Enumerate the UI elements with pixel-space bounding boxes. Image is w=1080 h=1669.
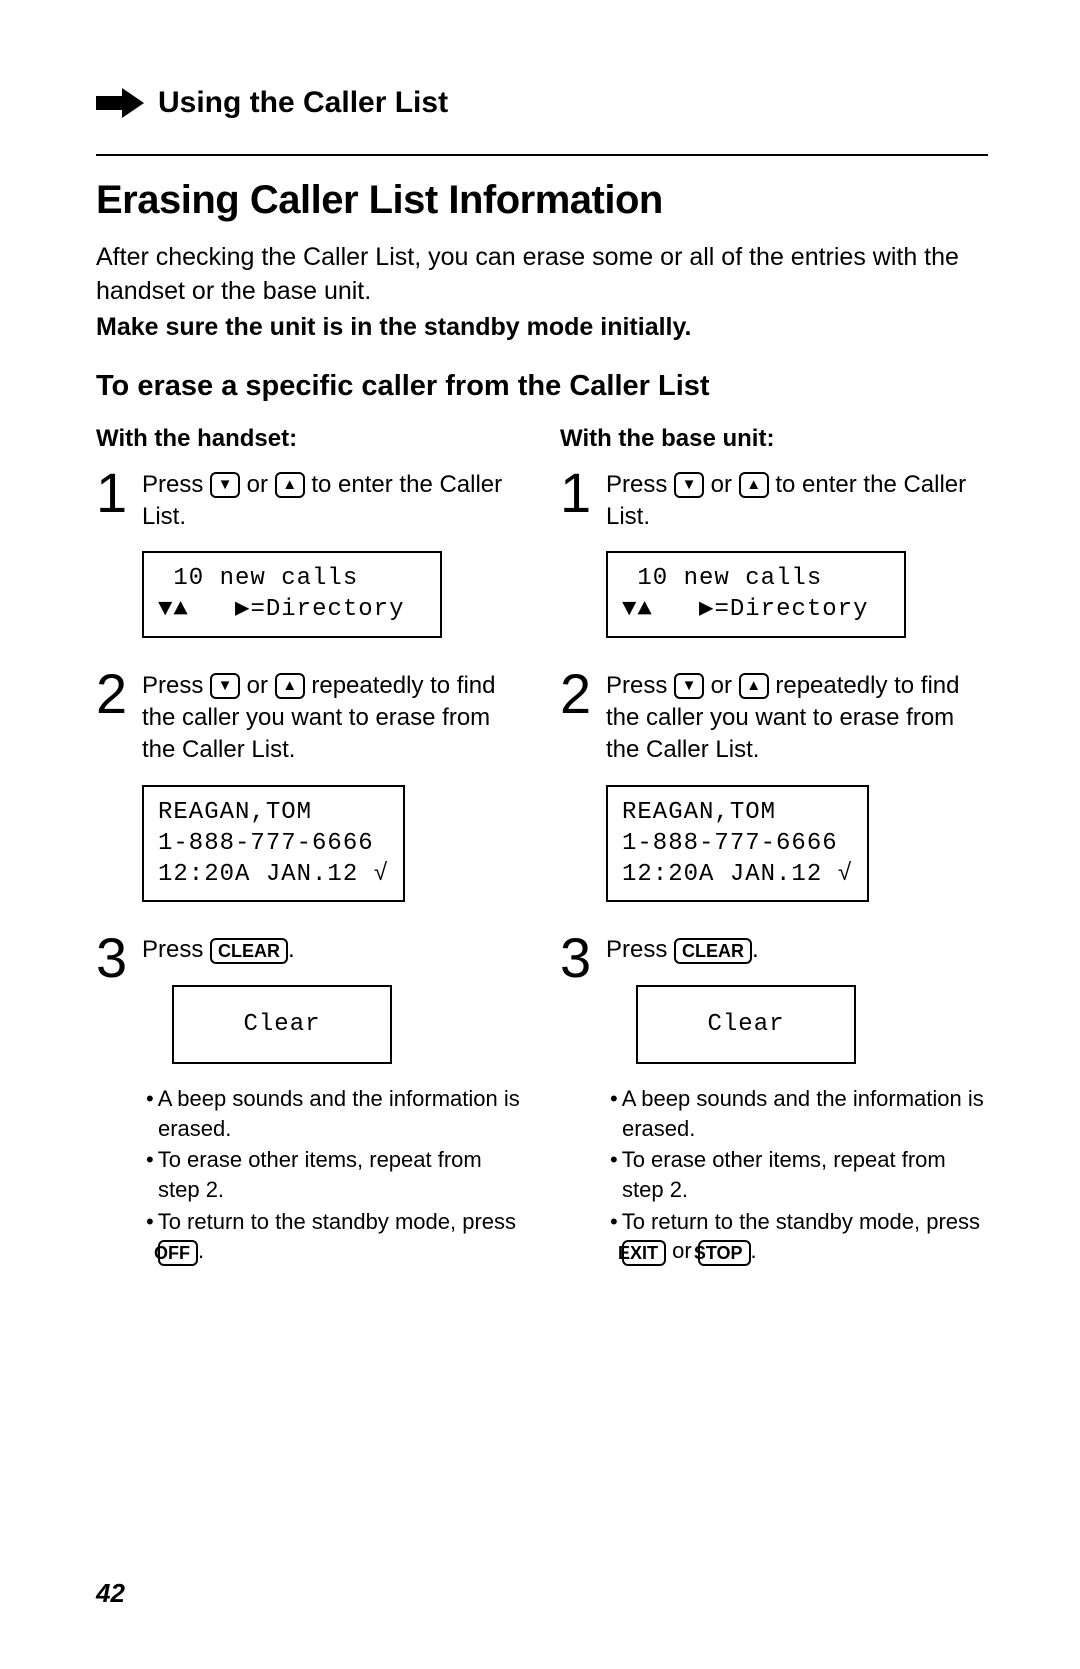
step-number: 3 bbox=[560, 930, 606, 1268]
page-number: 42 bbox=[96, 1578, 125, 1609]
breadcrumb: Using the Caller List bbox=[96, 86, 988, 120]
down-key-icon: ▼ bbox=[210, 673, 240, 699]
step-number: 1 bbox=[96, 465, 142, 652]
notes-list: A beep sounds and the information is era… bbox=[142, 1084, 524, 1266]
note-item: A beep sounds and the information is era… bbox=[608, 1084, 988, 1143]
step-text: Press CLEAR. bbox=[142, 934, 524, 966]
handset-step-3: 3 Press CLEAR. Clear A beep sounds and t… bbox=[96, 930, 524, 1268]
up-key-icon: ▲ bbox=[739, 673, 769, 699]
lcd-display: REAGAN,TOM 1-888-777-6666 12:20A JAN.12 … bbox=[142, 785, 405, 903]
lcd-display: REAGAN,TOM 1-888-777-6666 12:20A JAN.12 … bbox=[606, 785, 869, 903]
handset-step-2: 2 Press ▼ or ▲ repeatedly to find the ca… bbox=[96, 666, 524, 917]
lcd-display: 10 new calls ▼▲ ▶=Directory bbox=[606, 551, 906, 637]
lcd-display: Clear bbox=[172, 985, 392, 1064]
up-key-icon: ▲ bbox=[739, 472, 769, 498]
off-key-icon: OFF bbox=[158, 1240, 198, 1266]
down-key-icon: ▼ bbox=[674, 673, 704, 699]
clear-key-icon: CLEAR bbox=[674, 938, 752, 964]
step-number: 1 bbox=[560, 465, 606, 652]
page-title: Erasing Caller List Information bbox=[96, 178, 988, 223]
up-key-icon: ▲ bbox=[275, 472, 305, 498]
handset-column: With the handset: 1 Press ▼ or ▲ to ente… bbox=[96, 425, 524, 1283]
base-step-3: 3 Press CLEAR. Clear A beep sounds and t… bbox=[560, 930, 988, 1268]
note-item: To erase other items, repeat from step 2… bbox=[608, 1145, 988, 1204]
base-unit-column: With the base unit: 1 Press ▼ or ▲ to en… bbox=[560, 425, 988, 1283]
lcd-display: Clear bbox=[636, 985, 856, 1064]
note-item: To return to the standby mode, press OFF… bbox=[144, 1207, 524, 1266]
step-text: Press ▼ or ▲ to enter the Caller List. bbox=[606, 469, 988, 534]
up-key-icon: ▲ bbox=[275, 673, 305, 699]
down-key-icon: ▼ bbox=[674, 472, 704, 498]
base-step-2: 2 Press ▼ or ▲ repeatedly to find the ca… bbox=[560, 666, 988, 917]
step-text: Press ▼ or ▲ repeatedly to find the call… bbox=[142, 670, 524, 767]
base-step-1: 1 Press ▼ or ▲ to enter the Caller List.… bbox=[560, 465, 988, 652]
step-text: Press CLEAR. bbox=[606, 934, 988, 966]
divider bbox=[96, 154, 988, 156]
notes-list: A beep sounds and the information is era… bbox=[606, 1084, 988, 1266]
stop-key-icon: STOP bbox=[698, 1240, 751, 1266]
clear-key-icon: CLEAR bbox=[210, 938, 288, 964]
intro-text: After checking the Caller List, you can … bbox=[96, 241, 988, 309]
lcd-display: 10 new calls ▼▲ ▶=Directory bbox=[142, 551, 442, 637]
breadcrumb-text: Using the Caller List bbox=[158, 86, 448, 120]
handset-step-1: 1 Press ▼ or ▲ to enter the Caller List.… bbox=[96, 465, 524, 652]
step-number: 3 bbox=[96, 930, 142, 1268]
arrow-right-icon bbox=[96, 88, 144, 118]
handset-heading: With the handset: bbox=[96, 425, 524, 453]
down-key-icon: ▼ bbox=[210, 472, 240, 498]
step-number: 2 bbox=[560, 666, 606, 917]
note-item: To erase other items, repeat from step 2… bbox=[144, 1145, 524, 1204]
note-item: A beep sounds and the information is era… bbox=[144, 1084, 524, 1143]
base-unit-heading: With the base unit: bbox=[560, 425, 988, 453]
subheading: To erase a specific caller from the Call… bbox=[96, 370, 988, 403]
step-number: 2 bbox=[96, 666, 142, 917]
note-item: To return to the standby mode, press EXI… bbox=[608, 1207, 988, 1266]
step-text: Press ▼ or ▲ to enter the Caller List. bbox=[142, 469, 524, 534]
exit-key-icon: EXIT bbox=[622, 1240, 666, 1266]
bold-note: Make sure the unit is in the standby mod… bbox=[96, 313, 988, 342]
step-text: Press ▼ or ▲ repeatedly to find the call… bbox=[606, 670, 988, 767]
